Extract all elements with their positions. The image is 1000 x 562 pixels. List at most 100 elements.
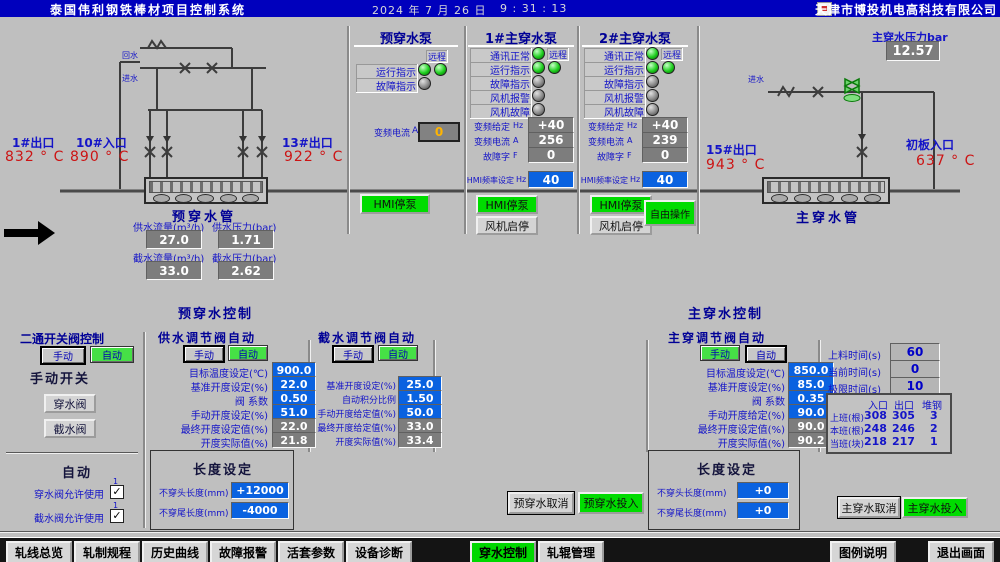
nav-legend[interactable]: 图例说明 (830, 541, 896, 562)
nav-exit-screen[interactable]: 退出画面 (928, 541, 994, 562)
pre-auto-toggle[interactable]: 自动 (228, 345, 268, 361)
fan-alarm-led-icon (532, 89, 545, 102)
divider (0, 531, 1000, 533)
fault-word-value: 0 (528, 147, 574, 163)
fan-alarm-label: 风机报警 (470, 90, 532, 105)
nav-mill-overview[interactable]: 轧线总览 (6, 541, 72, 562)
pre-water-cancel-button[interactable]: 预穿水取消 (508, 492, 574, 514)
nav-roll-management[interactable]: 轧辊管理 (538, 541, 604, 562)
valve-manual-toggle[interactable]: 手动 (40, 346, 86, 365)
hmi-freq-set-label: HMI频率设定 (466, 175, 514, 186)
length-setting-pre-panel: 长度设定 不穿头长度(mm) +12000 不穿尾长度(mm) -4000 (150, 450, 294, 530)
hmi-freq-set-value[interactable]: 40 (528, 171, 574, 188)
fault-led-icon (646, 75, 659, 88)
tail-length-value[interactable]: -4000 (231, 502, 289, 519)
cut-valve-enable-checkbox[interactable] (110, 509, 124, 523)
hmi-stop-pump-button[interactable]: HMI停泵 (476, 195, 538, 214)
hmi-freq-set-label: HMI频率设定 (580, 175, 628, 186)
divider (6, 452, 138, 454)
remote-label: 远程 (426, 50, 448, 63)
setting-label: 基准开度设定(%) (660, 379, 785, 394)
feedback-label: 开度实际值(%) (660, 435, 785, 450)
fan-fault-led-icon (646, 103, 659, 116)
setting-label: 基准开度设定(%) (150, 379, 268, 394)
fan-start-stop-button[interactable]: 风机启停 (476, 216, 538, 235)
nav-looper-params[interactable]: 活套参数 (278, 541, 344, 562)
length-setting-main-panel: 长度设定 不穿头长度(mm) +0 不穿尾长度(mm) +0 (648, 450, 800, 530)
setting-label: 目标温度设定(℃) (660, 365, 785, 380)
pre-water-engage-button[interactable]: 预穿水投入 (578, 492, 644, 514)
temp-point-name: 15#出口 (706, 141, 757, 158)
pierce-valve-button[interactable]: 穿水阀 (44, 394, 96, 413)
auto-section-title: 自动 (62, 462, 92, 481)
supply-press-value: 1.71 (218, 230, 274, 249)
fault-word-label: 故障字 (466, 150, 510, 163)
free-operation-button[interactable]: 自由操作 (644, 200, 696, 226)
temp-value: 943 ° C (706, 157, 765, 173)
main-manual-toggle[interactable]: 手动 (700, 345, 740, 361)
pierce-valve-enable-checkbox[interactable] (110, 485, 124, 499)
nav-history-curve[interactable]: 历史曲线 (142, 541, 208, 562)
tail-length-label: 不穿尾长度(mm) (657, 506, 727, 519)
hmi-freq-set-value[interactable]: 40 (642, 171, 688, 188)
unit-label: Hz (516, 175, 526, 184)
tail-length-value[interactable]: +0 (737, 502, 789, 519)
setting-label: 自动积分比例 (300, 393, 396, 406)
green-valve-icon (844, 79, 860, 102)
main-water-cancel-button[interactable]: 主穿水取消 (838, 497, 900, 518)
nav-equipment-diagnosis[interactable]: 设备诊断 (346, 541, 412, 562)
row-label: 当班(块) (830, 437, 864, 450)
freq-ref-label: 变频给定 (580, 120, 624, 133)
inverter-current-value: 256 (528, 132, 574, 148)
fan-fault-label: 风机故障 (584, 104, 646, 119)
manual-switch-title: 手动开关 (30, 368, 90, 387)
pipe-label-return: 回水 (122, 50, 138, 61)
nav-piercing-water-control[interactable]: 穿水控制 (470, 541, 536, 562)
feedback-label: 开度实际值(%) (150, 435, 268, 450)
timer-label: 上料时间(s) (828, 347, 881, 362)
panel-title: 长度设定 (193, 459, 253, 478)
valve-auto-toggle[interactable]: 自动 (90, 346, 134, 363)
nav-fault-alarm[interactable]: 故障报警 (210, 541, 276, 562)
head-length-value[interactable]: +12000 (231, 482, 289, 499)
comm-led-icon (532, 47, 545, 60)
setting-label: 阀 系数 (150, 393, 268, 408)
main-control-title: 主穿水控制 (688, 303, 763, 322)
fan-fault-label: 风机故障 (470, 104, 532, 119)
timer-label: 当前时间(s) (828, 364, 881, 379)
freq-ref-value: +40 (528, 117, 574, 133)
feedback-label: 最终开度设定值(%) (150, 421, 268, 436)
main-auto-toggle[interactable]: 自动 (745, 345, 787, 363)
cut-manual-toggle[interactable]: 手动 (332, 345, 374, 363)
temp-value: 637 ° C (916, 153, 975, 169)
setting-label: 阀 系数 (660, 393, 785, 408)
divider (347, 26, 350, 234)
divider (468, 45, 574, 47)
cut-press-value: 2.62 (218, 261, 274, 280)
cut-auto-toggle[interactable]: 自动 (378, 345, 418, 361)
remote-label: 远程 (547, 48, 569, 61)
temp-value: 832 ° C (5, 149, 64, 165)
hmi-stop-pump-button[interactable]: HMI停泵 (590, 195, 652, 214)
setting-label: 基准开度设定(%) (300, 379, 396, 392)
fan-start-stop-button[interactable]: 风机启停 (590, 216, 652, 235)
hmi-stop-pump-button[interactable]: HMI停泵 (360, 194, 430, 214)
in-count: 248 (864, 422, 887, 435)
main-water-engage-button[interactable]: 主穿水投入 (902, 497, 968, 518)
head-length-value[interactable]: +0 (737, 482, 789, 499)
cut-control-title: 截水调节阀自动 (318, 329, 416, 346)
pre-manual-toggle[interactable]: 手动 (183, 345, 225, 363)
cut-valve-enable-label: 截水阀允许使用 (34, 510, 104, 525)
unit-label: A (513, 136, 518, 145)
nav-rolling-schedule[interactable]: 轧制规程 (74, 541, 140, 562)
inverter-current-label: 变频电流 (580, 135, 624, 148)
cobble-count: 1 (930, 435, 938, 448)
panel-pre-pump: 预穿水泵 远程 运行指示 故障指示 变频电流 A 0 HMI停泵 (352, 28, 460, 228)
scada-screen: 泰国伟利钢铁棒材项目控制系统 2024 年 7 月 26 日 9 : 31 : … (0, 0, 1000, 562)
nozzle-hatch (149, 181, 263, 193)
setting-label: 手动开度给定(%) (660, 407, 785, 422)
cut-valve-button[interactable]: 截水阀 (44, 419, 96, 438)
row-label: 本班(根) (830, 424, 864, 437)
unit-label: Hz (627, 121, 637, 130)
unit-label: Hz (513, 121, 523, 130)
